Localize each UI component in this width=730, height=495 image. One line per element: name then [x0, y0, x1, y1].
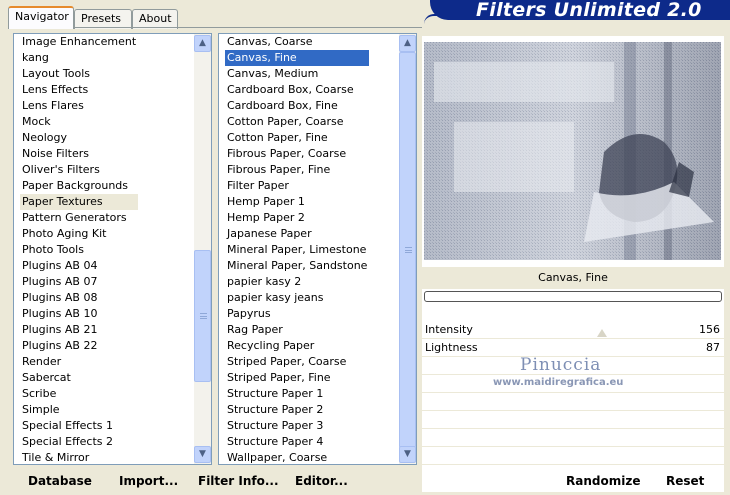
filter-listbox[interactable]: Canvas, Coarse Canvas, Fine Canvas, Medium… — [218, 33, 417, 465]
watermark-url: www.maidiregrafica.eu — [493, 377, 624, 388]
category-list-item[interactable]: Neology — [20, 130, 138, 146]
tab-navigator[interactable]: Navigator — [8, 6, 74, 29]
param-empty — [422, 394, 724, 411]
category-list-item[interactable]: Noise Filters — [20, 146, 138, 162]
param-label: Intensity — [425, 323, 473, 336]
category-list-item[interactable]: Lens Effects — [20, 82, 138, 98]
tab-presets[interactable]: Presets — [74, 9, 132, 29]
filter-list-item[interactable]: Striped Paper, Coarse — [225, 354, 369, 370]
filter-list-item[interactable]: Structure Paper 3 — [225, 418, 369, 434]
category-list-item[interactable]: Layout Tools — [20, 66, 138, 82]
category-list-item[interactable]: kang — [20, 50, 138, 66]
category-list-item[interactable]: Pattern Generators — [20, 210, 138, 226]
filter-preview-image — [424, 42, 721, 260]
category-list-item[interactable]: Plugins AB 22 — [20, 338, 138, 354]
filter-list-item[interactable]: Japanese Paper — [225, 226, 369, 242]
category-list-item[interactable]: Paper Textures — [20, 194, 139, 210]
bottom-toolbar: Database Import... Filter Info... Editor… — [8, 468, 728, 492]
filter-list-item[interactable]: Recycling Paper — [225, 338, 369, 354]
category-list: Image Enhancement kang Layout Tools Lens Ef… — [20, 34, 139, 466]
randomize-button[interactable]: Randomize — [566, 468, 640, 492]
filter-list-item[interactable]: Cotton Paper, Fine — [225, 130, 369, 146]
tab-about[interactable]: About — [132, 9, 178, 29]
filter-list-item[interactable]: Canvas, Medium — [225, 66, 369, 82]
watermark-name: Pinuccia — [520, 355, 602, 375]
filter-list-item[interactable]: Structure Paper 1 — [225, 386, 369, 402]
category-list-item[interactable]: Lens Flares — [20, 98, 138, 114]
category-list-item[interactable]: Plugins AB 21 — [20, 322, 138, 338]
scroll-down-arrow-icon[interactable]: ▼ — [194, 446, 211, 463]
current-filter-name: Canvas, Fine — [422, 267, 724, 289]
category-list-item[interactable]: Mock — [20, 114, 138, 130]
category-list-item[interactable]: Paper Backgrounds — [20, 178, 138, 194]
category-list-item[interactable]: Special Effects 1 — [20, 418, 138, 434]
filter-list-item[interactable]: Mineral Paper, Sandstone — [225, 258, 369, 274]
category-list-item[interactable]: Photo Aging Kit — [20, 226, 138, 242]
scroll-up-arrow-icon[interactable]: ▲ — [194, 35, 211, 52]
filter-list: Canvas, Coarse Canvas, Fine Canvas, Medium… — [225, 34, 370, 466]
filter-list-item[interactable]: Cardboard Box, Coarse — [225, 82, 369, 98]
reset-button[interactable]: Reset — [666, 468, 704, 492]
filter-list-item[interactable]: Hemp Paper 2 — [225, 210, 369, 226]
parameter-area: Intensity 156 Lightness 87 — [422, 318, 724, 468]
editor-button[interactable]: Editor... — [295, 468, 348, 492]
category-scrollbar[interactable]: ▲ ▼ — [194, 34, 211, 464]
filter-list-item[interactable]: Structure Paper 2 — [225, 402, 369, 418]
category-list-item[interactable]: Oliver's Filters — [20, 162, 138, 178]
category-list-item[interactable]: Photo Tools — [20, 242, 138, 258]
category-list-item[interactable]: Plugins AB 10 — [20, 306, 138, 322]
category-list-item[interactable]: Image Enhancement — [20, 34, 138, 50]
category-list-item[interactable]: Plugins AB 07 — [20, 274, 138, 290]
filter-list-item[interactable]: Mineral Paper, Limestone — [225, 242, 369, 258]
filter-list-item[interactable]: Fibrous Paper, Fine — [225, 162, 369, 178]
param-value: 87 — [706, 341, 720, 354]
filter-list-item[interactable]: Fibrous Paper, Coarse — [225, 146, 369, 162]
filter-list-item[interactable]: Striped Paper, Fine — [225, 370, 369, 386]
category-list-item[interactable]: Tile & Mirror — [20, 450, 138, 466]
filter-list-item[interactable]: Cotton Paper, Coarse — [225, 114, 369, 130]
filter-list-item[interactable]: Papyrus — [225, 306, 369, 322]
param-empty — [422, 412, 724, 429]
category-listbox[interactable]: Image Enhancement kang Layout Tools Lens Ef… — [13, 33, 212, 465]
database-button[interactable]: Database — [28, 468, 92, 492]
category-list-item[interactable]: Plugins AB 04 — [20, 258, 138, 274]
scroll-up-arrow-icon[interactable]: ▲ — [399, 35, 416, 52]
import-button[interactable]: Import... — [119, 468, 178, 492]
param-intensity[interactable]: Intensity 156 — [422, 322, 724, 339]
filter-list-item[interactable]: Canvas, Fine — [225, 50, 370, 66]
category-list-item[interactable]: Simple — [20, 402, 138, 418]
category-scroll-thumb[interactable] — [194, 250, 211, 382]
param-empty — [422, 430, 724, 447]
filter-list-item[interactable]: Hemp Paper 1 — [225, 194, 369, 210]
category-list-item[interactable]: Plugins AB 08 — [20, 290, 138, 306]
app-title-banner: Filters Unlimited 2.0 — [430, 0, 730, 20]
filter-list-item[interactable]: papier kasy 2 — [225, 274, 369, 290]
filter-scrollbar[interactable]: ▲ ▼ — [399, 34, 416, 464]
slider-marker-icon — [597, 329, 607, 337]
filter-scroll-thumb[interactable] — [399, 52, 416, 448]
filter-list-item[interactable]: papier kasy jeans — [225, 290, 369, 306]
filter-list-item[interactable]: Filter Paper — [225, 178, 369, 194]
category-list-item[interactable]: Special Effects 2 — [20, 434, 138, 450]
category-list-item[interactable]: Render — [20, 354, 138, 370]
filter-list-item[interactable]: Rag Paper — [225, 322, 369, 338]
filter-list-item[interactable]: Cardboard Box, Fine — [225, 98, 369, 114]
progress-bar — [424, 291, 722, 302]
filter-list-item[interactable]: Wallpaper, Coarse — [225, 450, 369, 466]
category-list-item[interactable]: Scribe — [20, 386, 138, 402]
filter-list-item[interactable]: Structure Paper 4 — [225, 434, 369, 450]
filter-list-item[interactable]: Canvas, Coarse — [225, 34, 369, 50]
param-empty — [422, 448, 724, 465]
filter-info-button[interactable]: Filter Info... — [198, 468, 279, 492]
category-list-item[interactable]: Sabercat — [20, 370, 138, 386]
param-value: 156 — [699, 323, 720, 336]
param-label: Lightness — [425, 341, 478, 354]
scroll-down-arrow-icon[interactable]: ▼ — [399, 446, 416, 463]
